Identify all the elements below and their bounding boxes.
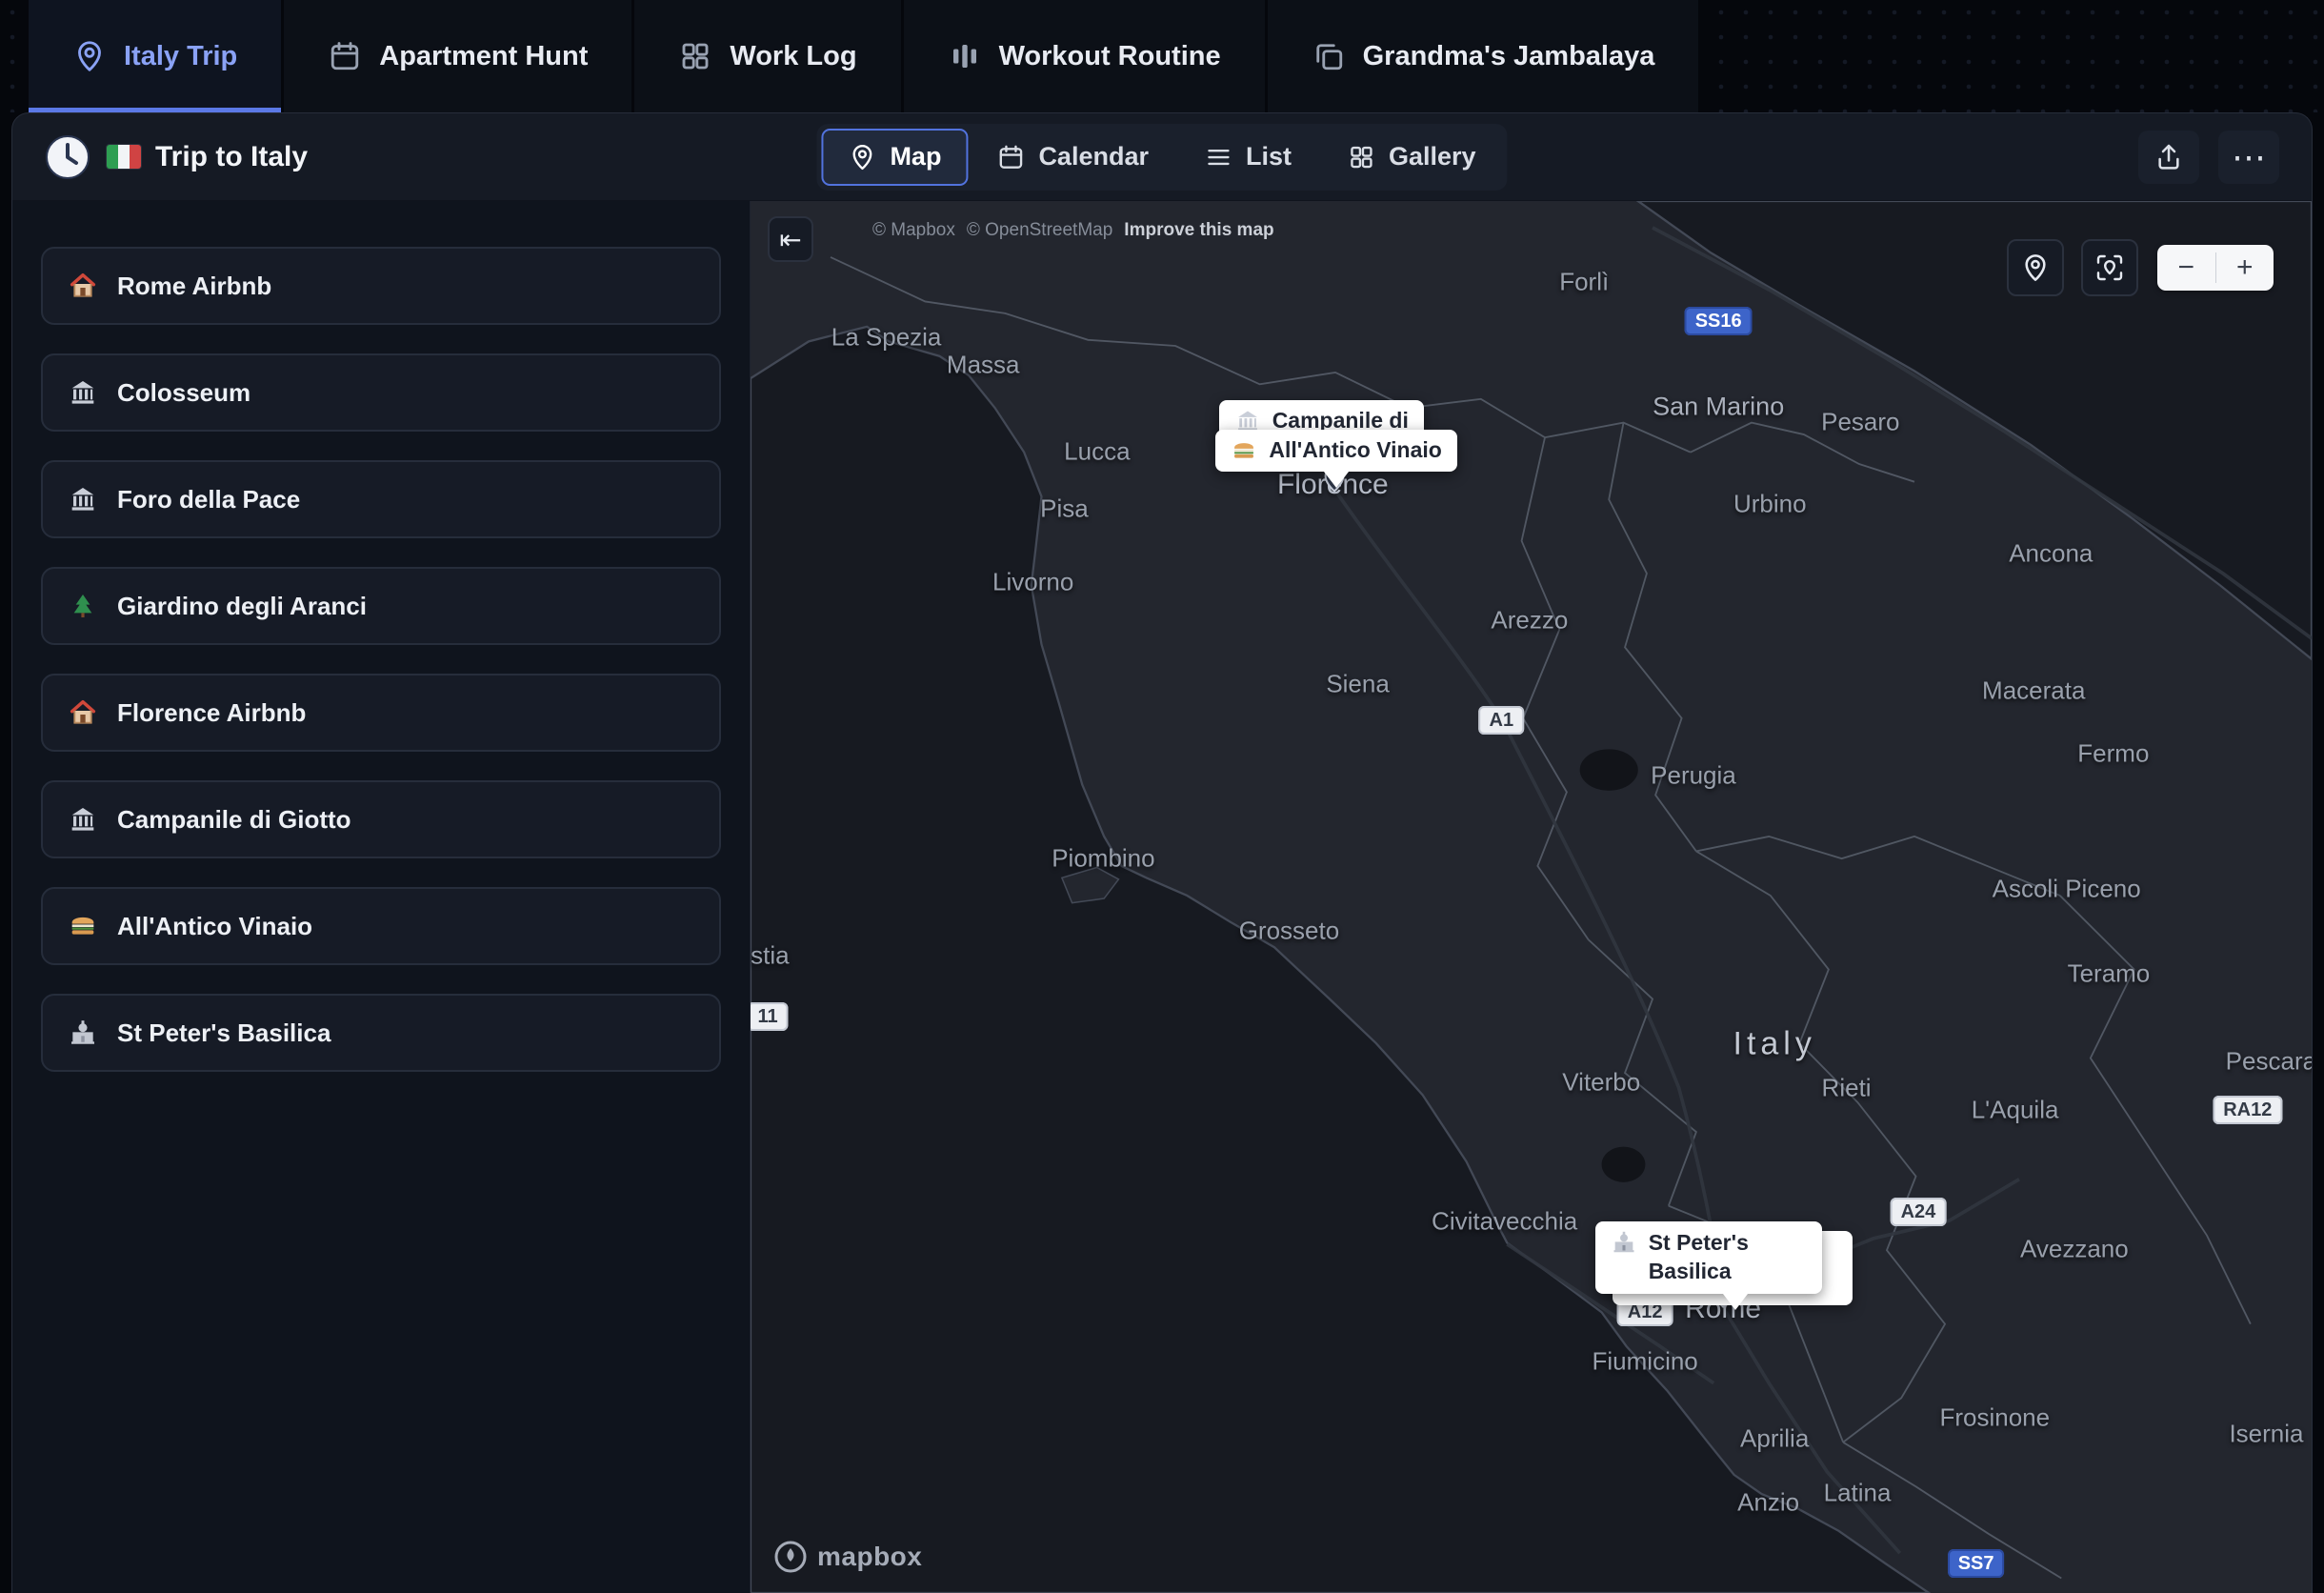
gallery-icon	[1347, 143, 1375, 171]
cards-icon	[1312, 39, 1346, 73]
temple-icon	[68, 377, 98, 408]
share-icon	[2154, 142, 2184, 172]
workspace-tab-bar: Italy Trip Apartment Hunt Work Log Worko…	[0, 0, 2324, 112]
view-label: Calendar	[1038, 142, 1149, 171]
temple-icon	[68, 804, 98, 835]
pin-icon	[72, 39, 107, 73]
popup-pointer	[1324, 472, 1349, 488]
sidebar-item-label: Giardino degli Aranci	[117, 592, 367, 621]
share-button[interactable]	[2138, 131, 2199, 184]
mapbox-logo-icon	[773, 1540, 808, 1574]
improve-map-link[interactable]: Improve this map	[1124, 220, 1273, 241]
sidebar-item-label: Rome Airbnb	[117, 272, 271, 301]
mapbox-logo[interactable]: mapbox	[773, 1540, 922, 1574]
calendar-icon	[328, 39, 362, 73]
popup-label: All'Antico Vinaio	[1269, 437, 1441, 463]
grid-icon	[678, 39, 712, 73]
mapbox-wordmark: mapbox	[817, 1542, 922, 1572]
map-base-layer	[751, 201, 2312, 1593]
sidebar-item-label: Foro della Pace	[117, 485, 300, 514]
page-title: Trip to Italy	[155, 141, 308, 173]
popup-label: St Peter's Basilica	[1649, 1229, 1807, 1286]
view-tab-calendar[interactable]: Calendar	[970, 129, 1175, 186]
temple-icon	[68, 484, 98, 514]
church-icon	[68, 1018, 98, 1048]
app-window: Trip to Italy Map Calendar List Gallery	[11, 112, 2313, 1593]
sidebar-item-colosseum[interactable]: Colosseum	[41, 353, 721, 432]
church-icon	[1611, 1229, 1637, 1256]
popup-pointer	[1723, 1294, 1748, 1310]
calendar-icon	[996, 143, 1025, 171]
sidebar-item-foro-della-pace[interactable]: Foro della Pace	[41, 460, 721, 538]
view-tab-gallery[interactable]: Gallery	[1320, 129, 1503, 186]
sandwich-icon	[68, 911, 98, 941]
map-canvas[interactable]: Forlì La Spezia Massa San Marino Pesaro …	[751, 201, 2312, 1593]
pin-icon	[848, 143, 876, 171]
tab-grandmas-jambalaya[interactable]: Grandma's Jambalaya	[1268, 0, 1702, 112]
pin-icon	[2020, 252, 2051, 283]
sidebar-item-label: St Peter's Basilica	[117, 1018, 331, 1048]
map-popup-allantico-vinaio[interactable]: All'Antico Vinaio	[1215, 430, 1456, 472]
tab-workout-routine[interactable]: Workout Routine	[904, 0, 1268, 112]
places-sidebar: Rome Airbnb Colosseum Foro della Pace Gi…	[12, 201, 751, 1593]
fit-markers-button[interactable]	[2081, 239, 2138, 296]
map-attribution: © Mapbox © OpenStreetMap Improve this ma…	[872, 220, 1274, 241]
view-tab-list[interactable]: List	[1177, 129, 1318, 186]
tab-label: Workout Routine	[999, 41, 1221, 72]
sidebar-item-label: Campanile di Giotto	[117, 805, 351, 835]
pin-frame-icon	[2094, 252, 2125, 283]
sandwich-icon	[1231, 437, 1257, 464]
view-tab-map[interactable]: Map	[821, 129, 968, 186]
collapse-sidebar-button[interactable]: ⇤	[768, 216, 813, 262]
zoom-out-button[interactable]: −	[2157, 245, 2215, 291]
tab-apartment-hunt[interactable]: Apartment Hunt	[284, 0, 634, 112]
zoom-control: − +	[2157, 245, 2274, 291]
sidebar-item-allantico-vinaio[interactable]: All'Antico Vinaio	[41, 887, 721, 965]
tab-label: Work Log	[730, 41, 856, 72]
mapbox-attribution-link[interactable]: © Mapbox	[872, 220, 955, 241]
view-switcher: Map Calendar List Gallery	[816, 124, 1507, 191]
house-icon	[68, 697, 98, 728]
map-popup-st-peters-basilica[interactable]: St Peter's Basilica	[1595, 1221, 1822, 1294]
zoom-in-button[interactable]: +	[2216, 245, 2274, 291]
tab-label: Italy Trip	[124, 41, 237, 72]
show-markers-button[interactable]	[2007, 239, 2064, 296]
italy-flag-icon	[106, 144, 142, 170]
tab-label: Grandma's Jambalaya	[1363, 41, 1655, 72]
tree-icon	[68, 591, 98, 621]
view-label: Map	[890, 142, 941, 171]
sidebar-item-label: All'Antico Vinaio	[117, 912, 312, 941]
sidebar-item-label: Colosseum	[117, 378, 250, 408]
workspace-logo-icon[interactable]	[45, 134, 90, 180]
bars-icon	[948, 39, 982, 73]
view-label: List	[1246, 142, 1292, 171]
sidebar-item-label: Florence Airbnb	[117, 698, 306, 728]
sidebar-item-giardino-degli-aranci[interactable]: Giardino degli Aranci	[41, 567, 721, 645]
osm-attribution-link[interactable]: © OpenStreetMap	[967, 220, 1112, 241]
sidebar-item-campanile-di-giotto[interactable]: Campanile di Giotto	[41, 780, 721, 858]
house-icon	[68, 271, 98, 301]
sidebar-item-rome-airbnb[interactable]: Rome Airbnb	[41, 247, 721, 325]
tab-label: Apartment Hunt	[379, 41, 588, 72]
sidebar-item-florence-airbnb[interactable]: Florence Airbnb	[41, 674, 721, 752]
sidebar-item-st-peters-basilica[interactable]: St Peter's Basilica	[41, 994, 721, 1072]
header-actions: ⋯	[2138, 131, 2279, 184]
list-icon	[1204, 143, 1232, 171]
tab-work-log[interactable]: Work Log	[634, 0, 903, 112]
app-header: Trip to Italy Map Calendar List Gallery	[12, 113, 2312, 201]
more-options-button[interactable]: ⋯	[2218, 131, 2279, 184]
tab-italy-trip[interactable]: Italy Trip	[29, 0, 284, 112]
content-area: Rome Airbnb Colosseum Foro della Pace Gi…	[12, 201, 2312, 1593]
view-label: Gallery	[1389, 142, 1476, 171]
